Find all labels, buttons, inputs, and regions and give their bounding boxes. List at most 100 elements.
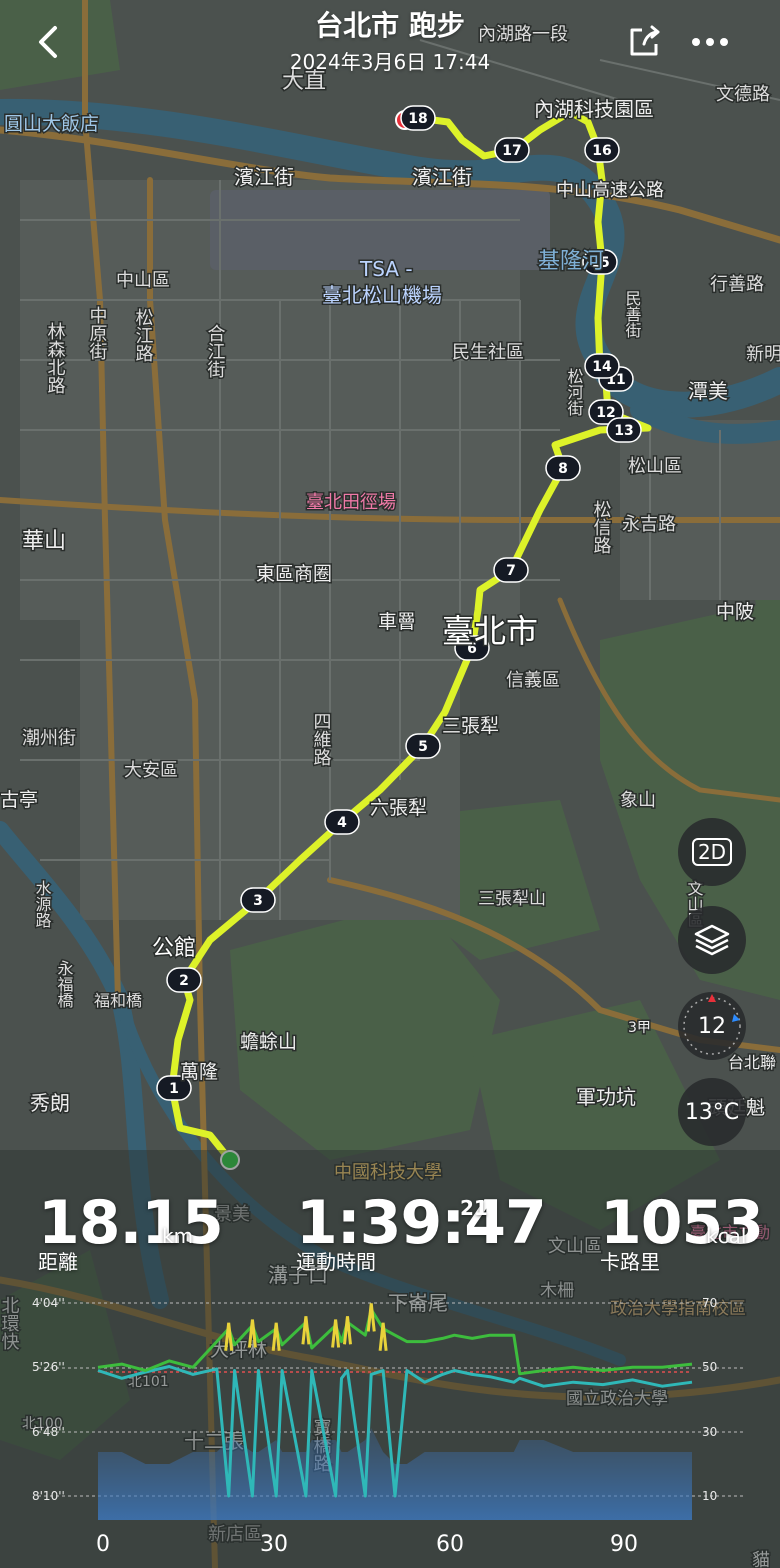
svg-text:13: 13 xyxy=(614,423,633,439)
svg-text:17: 17 xyxy=(502,143,521,159)
svg-text:16: 16 xyxy=(592,143,611,159)
map-label: 3甲 xyxy=(628,1020,651,1036)
map-label: 福和橋 xyxy=(94,991,142,1010)
more-dots-icon xyxy=(692,38,728,46)
map-label: 秀朗 xyxy=(30,1091,70,1115)
map-label: 華山 xyxy=(22,529,66,554)
map-label: 合江街 xyxy=(205,324,226,378)
map-label: 新明 xyxy=(746,344,780,365)
svg-text:2: 2 xyxy=(179,973,189,989)
view-mode-button[interactable]: 2D xyxy=(678,818,746,886)
km-marker: 5 xyxy=(405,733,441,759)
time-axis-tick: 60 xyxy=(436,1532,464,1557)
svg-text:4: 4 xyxy=(337,815,347,831)
svg-text:1: 1 xyxy=(169,1081,179,1097)
hr-axis-tick: 50 xyxy=(702,1360,718,1374)
map-label: 臺北松山機場 xyxy=(322,283,442,307)
map-label: 民生社區 xyxy=(452,342,524,363)
map-label: 水源路 xyxy=(33,880,52,928)
svg-text:12: 12 xyxy=(596,405,615,421)
hr-axis-tick: 10 xyxy=(702,1489,718,1503)
map-label: 大安區 xyxy=(124,760,178,781)
map-layers-button[interactable] xyxy=(678,906,746,974)
svg-text:3: 3 xyxy=(253,893,263,909)
route-map[interactable]: 123456781112131415161718 大直內湖路一段文德路圓山大飯店… xyxy=(0,0,780,1568)
map-label: 臺北市 xyxy=(442,612,538,650)
compass-zoom-button[interactable]: 12 xyxy=(678,992,746,1060)
map-label: 中山高速公路 xyxy=(556,180,664,201)
hr-axis-tick: 30 xyxy=(702,1425,718,1439)
hr-axis-tick: 70 xyxy=(702,1296,718,1310)
map-label: 古亭 xyxy=(0,789,38,811)
time-axis-tick: 30 xyxy=(260,1532,288,1557)
svg-text:7: 7 xyxy=(506,563,516,579)
more-button[interactable] xyxy=(684,16,736,68)
svg-text:8: 8 xyxy=(558,461,568,477)
map-label: 信義區 xyxy=(506,670,560,691)
map-label: 內湖科技園區 xyxy=(534,97,654,121)
km-marker: 3 xyxy=(240,887,276,913)
map-label: 永吉路 xyxy=(622,514,676,535)
pace-axis-tick: 4'04'' xyxy=(32,1296,65,1310)
km-marker: 7 xyxy=(493,557,529,583)
map-label: 行善路 xyxy=(710,274,764,295)
map-label: 軍功坑 xyxy=(576,1085,636,1109)
pace-axis-tick: 5'26'' xyxy=(32,1360,65,1374)
layers-icon xyxy=(694,924,730,956)
svg-text:5: 5 xyxy=(418,739,428,755)
map-label: 東區商圈 xyxy=(256,563,332,585)
temperature-label: 13°C xyxy=(684,1099,740,1125)
map-label: 中山區 xyxy=(116,270,170,291)
pace-axis-tick: 6'48'' xyxy=(32,1425,65,1439)
time-axis-tick: 90 xyxy=(610,1532,638,1557)
map-label: 濱江街 xyxy=(412,165,472,189)
calories-label: 卡路里 xyxy=(600,1250,660,1274)
run-detail-screen: 1 2 3 4 5 6 7 8 11 12 13 14 15 16 17 18 大直 內湖路一段 文德路 圓山大飯店… xyxy=(0,0,780,1568)
map-label: 基隆河 xyxy=(538,249,604,274)
svg-text:14: 14 xyxy=(592,359,612,375)
pace-axis-tick: 8'10'' xyxy=(32,1489,65,1503)
share-button[interactable] xyxy=(618,16,670,68)
map-label: 車罾 xyxy=(378,611,416,633)
distance-label: 距離 xyxy=(38,1250,78,1274)
map-label: 松山區 xyxy=(628,456,682,477)
map-label: 中原街 xyxy=(87,306,108,360)
map-label: 象山 xyxy=(620,790,656,811)
duration-label: 運動時間 xyxy=(296,1250,376,1274)
map-label: 文德路 xyxy=(716,84,770,105)
map-label: 公館 xyxy=(152,936,196,961)
km-marker: 18 xyxy=(400,105,436,131)
km-marker: 8 xyxy=(545,455,581,481)
km-marker: 17 xyxy=(494,137,530,163)
km-marker: 13 xyxy=(606,417,642,443)
map-label: 潭美 xyxy=(688,379,728,403)
time-axis-tick: 0 xyxy=(96,1532,110,1557)
map-label: 三張犁 xyxy=(442,715,499,737)
map-label: 松信路 xyxy=(591,500,612,554)
map-label: 潮州街 xyxy=(22,728,76,749)
share-icon xyxy=(630,25,660,56)
distance-unit: km xyxy=(162,1224,194,1248)
view-mode-label: 2D xyxy=(691,838,733,866)
svg-text:18: 18 xyxy=(408,111,427,127)
map-label: 六張犁 xyxy=(370,797,427,819)
km-marker: 16 xyxy=(584,137,620,163)
map-label: 濱江街 xyxy=(234,165,294,189)
km-marker: 2 xyxy=(166,967,202,993)
map-label: 四維路 xyxy=(311,712,332,766)
map-label: 圓山大飯店 xyxy=(4,113,99,135)
map-label: 萬隆 xyxy=(180,1061,218,1083)
map-label: 林森北路 xyxy=(45,322,66,394)
map-label: 松江路 xyxy=(133,308,154,362)
duration-fraction: 21 xyxy=(460,1196,488,1220)
map-label: 永福橋 xyxy=(55,960,74,1009)
map-label: 蟾蜍山 xyxy=(240,1031,297,1053)
map-label: 臺北田徑場 xyxy=(306,492,396,513)
map-label: TSA - xyxy=(359,257,413,281)
km-marker: 14 xyxy=(584,353,620,379)
zoom-level: 12 xyxy=(698,1013,726,1039)
map-label: 三張犁山 xyxy=(478,889,546,909)
weather-button[interactable]: 13°C xyxy=(678,1078,746,1146)
calories-unit: kcal xyxy=(706,1224,747,1248)
map-label: 中陂 xyxy=(716,601,754,623)
